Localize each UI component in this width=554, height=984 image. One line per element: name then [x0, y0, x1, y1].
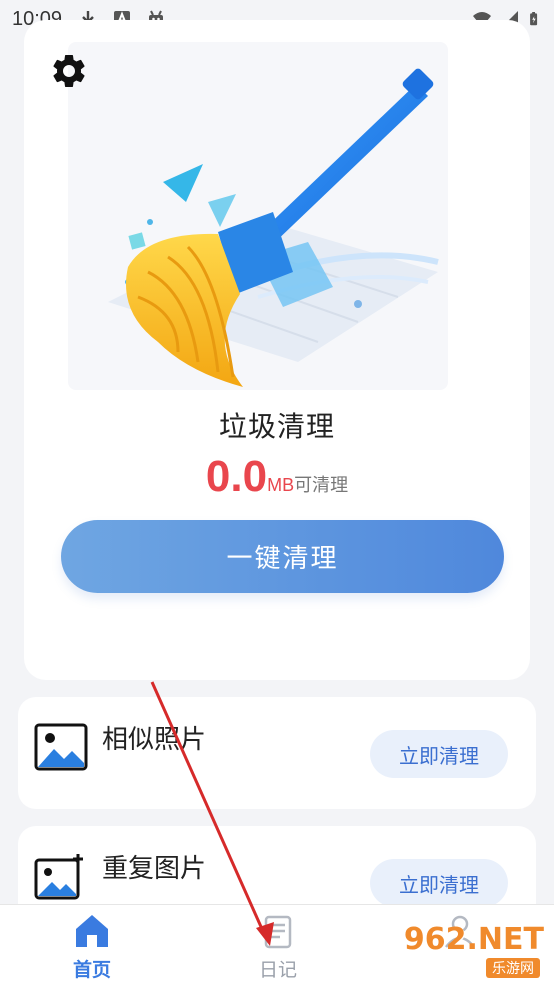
duplicate-images-clean-button[interactable]: 立即清理 [370, 859, 508, 907]
junk-clean-title: 垃圾清理 [218, 410, 335, 443]
image-icon [34, 723, 88, 771]
cleanable-size: 0.0MB可清理 [24, 452, 530, 502]
similar-photos-card[interactable]: 相似照片 立即清理 [18, 697, 536, 809]
gear-icon [53, 54, 85, 87]
bottom-nav: 首页 日记 [0, 904, 554, 984]
size-suffix: 可清理 [294, 475, 349, 496]
duplicate-images-label: 重复图片 [102, 854, 207, 884]
size-value: 0.0 [205, 452, 268, 501]
cleaner-card: 垃圾清理 0.0MB可清理 一键清理 [24, 20, 530, 680]
broom-illustration [68, 42, 448, 390]
broom-image [108, 68, 439, 387]
nav-profile[interactable] [420, 911, 500, 984]
size-unit: MB [267, 475, 295, 495]
settings-button[interactable] [48, 50, 90, 92]
battery-icon [530, 12, 538, 26]
add-image-icon [34, 854, 83, 900]
user-icon [445, 915, 475, 948]
home-icon [76, 915, 108, 947]
one-click-clean-button[interactable]: 一键清理 [61, 520, 504, 593]
nav-home-label: 首页 [72, 959, 111, 981]
similar-photos-clean-button[interactable]: 立即清理 [370, 730, 508, 778]
diary-icon [264, 915, 292, 949]
nav-diary-label: 日记 [258, 959, 297, 981]
nav-diary[interactable]: 日记 [238, 911, 318, 984]
similar-photos-label: 相似照片 [102, 725, 207, 755]
nav-home[interactable]: 首页 [52, 911, 132, 984]
